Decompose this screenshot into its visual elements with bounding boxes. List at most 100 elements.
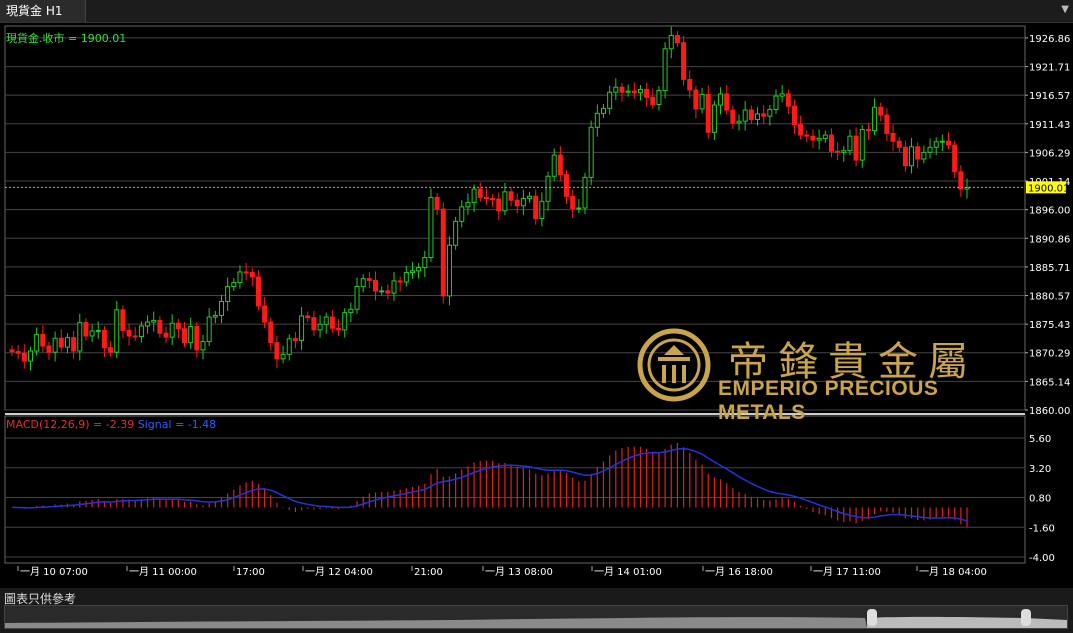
candle-body <box>687 78 693 91</box>
candle-body <box>434 196 440 210</box>
macd-value-label: MACD(12,26,9) = -2.39 <box>6 418 135 431</box>
candle-body <box>305 315 311 319</box>
candle-body <box>397 280 403 283</box>
macd-tick-label: 5.60 <box>1029 434 1051 445</box>
candle-body <box>403 272 409 283</box>
candle-body <box>15 351 21 354</box>
candle-body <box>323 316 329 325</box>
time-tick-label: 一月 17 11:00 <box>813 566 881 578</box>
candle-body <box>588 126 594 178</box>
tab-menu-arrow-icon[interactable]: ▼ <box>1061 4 1069 15</box>
signal-value-label: Signal = -1.48 <box>137 418 217 431</box>
time-tick-label: 一月 16 18:00 <box>705 566 773 578</box>
price-tick-label: 1890.86 <box>1029 234 1070 245</box>
emperio-watermark-logo: 帝鋒貴金屬 EMPERIO PRECIOUS METALS <box>636 327 1016 424</box>
candle-body <box>27 350 33 362</box>
price-tick-label: 1880.57 <box>1029 292 1070 303</box>
candle-body <box>329 316 335 329</box>
candle-body <box>958 171 964 190</box>
chart-scrollbar[interactable] <box>4 605 1068 629</box>
price-tick-label: 1885.71 <box>1029 263 1070 274</box>
candle-body <box>847 135 853 152</box>
logo-english-text: EMPERIO PRECIOUS METALS <box>718 377 939 424</box>
candle-body <box>921 151 927 160</box>
candle-body <box>465 201 471 208</box>
candle-body <box>336 327 342 331</box>
candle-body <box>188 326 194 344</box>
candle-body <box>711 104 717 133</box>
candle-body <box>625 90 631 93</box>
candle-body <box>761 113 767 117</box>
price-tick-label: 1916.57 <box>1029 91 1070 102</box>
price-legend: 現貨金.收市 = 1900.01 <box>6 32 127 45</box>
candle-body <box>237 271 243 284</box>
macd-tick-label: 0.80 <box>1029 494 1051 505</box>
candle-body <box>225 285 231 302</box>
candle-body <box>872 106 878 132</box>
candle-body <box>508 191 514 201</box>
candle-body <box>114 309 120 353</box>
signal-line <box>11 447 968 522</box>
candle-body <box>218 300 224 316</box>
candle-body <box>120 309 126 331</box>
price-tick-label: 1896.00 <box>1029 206 1070 217</box>
candle-body <box>724 93 730 111</box>
candle-body <box>292 338 298 341</box>
candle-body <box>816 137 822 141</box>
candle-body <box>718 93 724 106</box>
candle-body <box>946 140 952 146</box>
candle-body <box>933 141 939 148</box>
candle-body <box>594 112 600 128</box>
chart-area[interactable]: 1926.861921.711916.571911.431906.291901.… <box>0 23 1073 588</box>
candle-body <box>804 134 810 137</box>
candle-body <box>83 322 89 337</box>
candle-body <box>163 332 169 338</box>
candle-body <box>564 174 570 197</box>
candle-body <box>570 195 576 210</box>
candle-body <box>681 42 687 80</box>
candle-body <box>890 132 896 142</box>
price-chart-svg[interactable]: 1926.861921.711916.571911.431906.291901.… <box>0 23 1073 588</box>
candle-body <box>896 140 902 148</box>
candle-body <box>157 319 163 334</box>
candle-body <box>255 276 261 307</box>
candle-body <box>520 198 526 207</box>
candle-body <box>748 109 754 120</box>
candle-body <box>902 146 908 167</box>
candle-body <box>280 353 286 360</box>
candle-body <box>742 109 748 122</box>
scrollbar-right-handle[interactable] <box>1021 609 1031 626</box>
scrollbar-overview-svg <box>5 609 1067 628</box>
candle-body <box>853 135 859 161</box>
candle-body <box>428 196 434 259</box>
candle-body <box>909 146 915 167</box>
candle-body <box>46 345 52 353</box>
candle-body <box>440 208 446 297</box>
time-tick-label: 一月 11 00:00 <box>129 566 197 578</box>
chart-tab[interactable]: 現貨金 H1 <box>0 0 86 22</box>
candle-body <box>798 124 804 136</box>
candle-body <box>767 108 773 117</box>
scrollbar-left-handle[interactable] <box>867 609 877 626</box>
candle-body <box>828 134 834 152</box>
price-tick-label: 1875.43 <box>1029 320 1070 331</box>
candle-body <box>422 257 428 269</box>
candle-body <box>385 290 391 294</box>
candle-body <box>637 88 643 94</box>
candle-body <box>249 272 255 278</box>
candle-body <box>582 176 588 209</box>
candle-body <box>391 280 397 294</box>
candle-body <box>705 93 711 133</box>
candle-body <box>95 329 101 332</box>
candle-body <box>927 146 933 153</box>
candle-body <box>354 285 360 310</box>
candle-body <box>662 48 668 92</box>
current-price-label: 1900.01 <box>1028 183 1069 194</box>
candle-body <box>952 144 958 173</box>
candle-body <box>101 329 107 349</box>
candle-body <box>126 329 132 337</box>
time-tick-label: 17:00 <box>236 567 265 578</box>
candle-body <box>533 195 539 220</box>
candle-body <box>243 271 249 274</box>
candle-body <box>138 325 144 338</box>
